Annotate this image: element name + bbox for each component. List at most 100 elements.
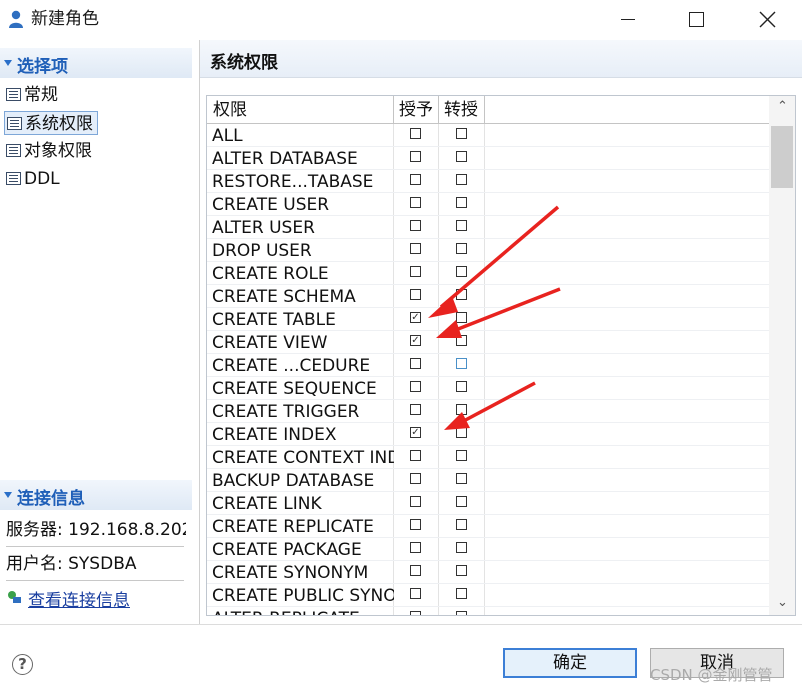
grant-checkbox[interactable] [410,266,421,277]
delegate-checkbox[interactable] [456,335,467,346]
vertical-scrollbar[interactable]: ⌃ ⌄ [769,96,795,615]
grant-checkbox[interactable] [410,404,421,415]
delegate-checkbox[interactable] [456,197,467,208]
delegate-checkbox[interactable] [456,404,467,415]
window-title: 新建角色 [31,9,99,29]
close-button[interactable] [744,0,790,40]
delegate-checkbox[interactable] [456,450,467,461]
table-row[interactable]: ALTER USER [207,216,769,239]
delegate-checkbox[interactable] [456,312,467,323]
privilege-name: CREATE VIEW [212,333,328,353]
table-row[interactable]: RESTORE...TABASE [207,170,769,193]
connection-section-header[interactable]: 连接信息 [0,480,192,510]
sidebar-item-system-privileges[interactable]: 系统权限 [4,111,98,135]
column-header-delegate[interactable]: 转授 [438,96,484,124]
table-row[interactable]: CREATE PUBLIC SYNONYM [207,584,769,607]
grant-checkbox[interactable]: ✓ [410,312,421,323]
grant-checkbox[interactable] [410,611,421,615]
delegate-checkbox[interactable] [456,565,467,576]
grant-checkbox[interactable] [410,381,421,392]
table-row[interactable]: BACKUP DATABASE [207,469,769,492]
options-section-header[interactable]: 选择项 [0,48,192,78]
grant-checkbox[interactable]: ✓ [410,427,421,438]
table-row[interactable]: CREATE VIEW ✓ [207,331,769,354]
table-row[interactable]: CREATE ROLE [207,262,769,285]
view-connection-link[interactable]: 查看连接信息 [6,586,130,611]
delegate-checkbox[interactable] [456,174,467,185]
delegate-checkbox[interactable] [456,381,467,392]
minimize-button[interactable] [605,0,651,40]
table-row[interactable]: CREATE USER [207,193,769,216]
grant-checkbox[interactable]: ✓ [410,335,421,346]
grant-checkbox[interactable] [410,174,421,185]
column-header-privilege[interactable]: 权限 [207,96,393,124]
delegate-checkbox[interactable] [456,519,467,530]
table-row[interactable]: CREATE SEQUENCE [207,377,769,400]
grant-checkbox[interactable] [410,220,421,231]
privilege-name: CREATE INDEX [212,425,337,445]
scroll-up-icon[interactable]: ⌃ [777,100,788,113]
sidebar-item-label: 常规 [24,85,58,105]
delegate-checkbox[interactable] [456,611,467,615]
privilege-name: ALTER DATABASE [212,149,358,169]
sidebar-item-ddl[interactable]: DDL [4,167,64,191]
delegate-checkbox[interactable] [456,128,467,139]
grant-checkbox[interactable] [410,197,421,208]
table-row[interactable]: DROP USER [207,239,769,262]
column-divider[interactable] [484,96,485,124]
grant-checkbox[interactable] [410,358,421,369]
watermark: CSDN @金刚管管 [650,666,773,684]
ok-button[interactable]: 确定 [503,648,637,678]
sidebar-item-general[interactable]: 常规 [4,83,62,107]
splitter[interactable] [199,40,200,624]
table-row[interactable]: CREATE ...CEDURE [207,354,769,377]
grant-checkbox[interactable] [410,588,421,599]
grant-checkbox[interactable] [410,565,421,576]
table-row[interactable]: ALTER REPLICATE [207,607,769,615]
delegate-checkbox[interactable] [456,220,467,231]
privilege-name: CREATE TABLE [212,310,336,330]
grant-checkbox[interactable] [410,542,421,553]
delegate-checkbox[interactable] [456,588,467,599]
table-row[interactable]: CREATE REPLICATE [207,515,769,538]
table-row[interactable]: CREATE SYNONYM [207,561,769,584]
grant-checkbox[interactable] [410,473,421,484]
grant-checkbox[interactable] [410,496,421,507]
collapse-triangle-icon [4,60,12,66]
table-row[interactable]: CREATE TABLE ✓ [207,308,769,331]
scroll-thumb[interactable] [771,126,793,188]
sidebar-item-label: DDL [24,169,60,189]
privilege-name: CREATE PUBLIC SYNONYM [212,586,394,606]
grant-checkbox[interactable] [410,519,421,530]
scroll-down-icon[interactable]: ⌄ [777,596,788,609]
delegate-checkbox[interactable] [456,243,467,254]
table-row[interactable]: CREATE CONTEXT INDEX [207,446,769,469]
delegate-checkbox[interactable] [456,542,467,553]
table-row[interactable]: CREATE PACKAGE [207,538,769,561]
table-row[interactable]: CREATE LINK [207,492,769,515]
privilege-name: ALTER USER [212,218,315,238]
table-row[interactable]: CREATE SCHEMA [207,285,769,308]
grant-checkbox[interactable] [410,151,421,162]
delegate-checkbox[interactable] [456,473,467,484]
table-row[interactable]: ALL [207,124,769,147]
grant-checkbox[interactable] [410,243,421,254]
grant-checkbox[interactable] [410,289,421,300]
delegate-checkbox[interactable] [456,266,467,277]
close-icon [759,11,776,28]
help-button[interactable]: ? [12,654,33,675]
delegate-checkbox[interactable] [456,496,467,507]
delegate-checkbox[interactable] [456,358,467,369]
table-row[interactable]: ALTER DATABASE [207,147,769,170]
grant-checkbox[interactable] [410,128,421,139]
delegate-checkbox[interactable] [456,289,467,300]
delegate-checkbox[interactable] [456,151,467,162]
maximize-button[interactable] [674,0,720,40]
column-header-grant[interactable]: 授予 [393,96,438,124]
privilege-name: CREATE LINK [212,494,322,514]
table-row[interactable]: CREATE TRIGGER [207,400,769,423]
sidebar-item-object-privileges[interactable]: 对象权限 [4,139,96,163]
delegate-checkbox[interactable] [456,427,467,438]
table-row[interactable]: CREATE INDEX ✓ [207,423,769,446]
grant-checkbox[interactable] [410,450,421,461]
